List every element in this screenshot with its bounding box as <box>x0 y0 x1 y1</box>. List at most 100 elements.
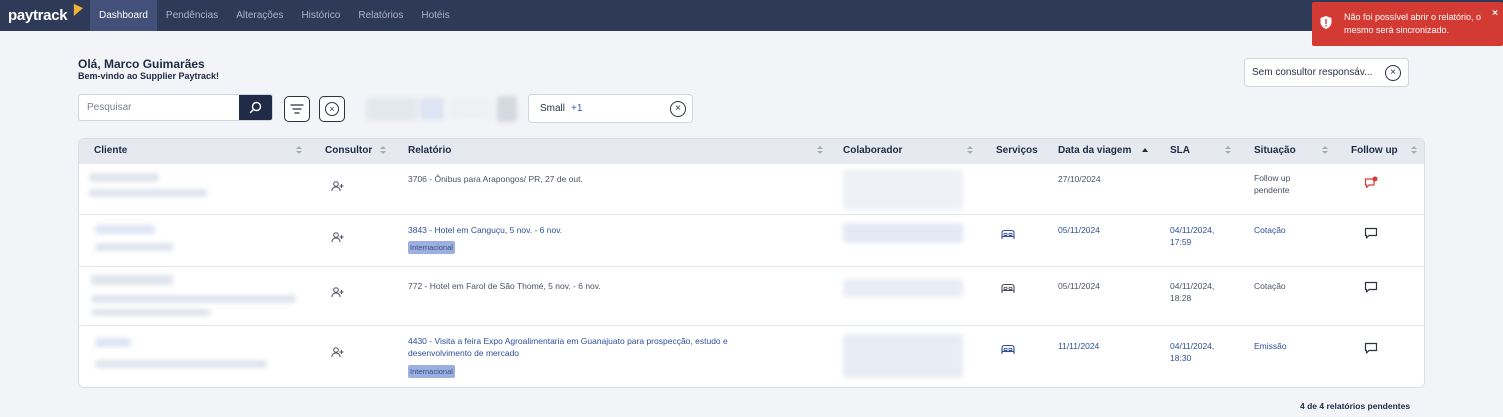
travel-date: 27/10/2024 <box>1058 174 1101 184</box>
paytrack-logo[interactable]: paytrack <box>0 0 90 31</box>
table-row[interactable]: 3843 - Hotel em Canguçu, 5 nov. - 6 nov.… <box>79 214 1424 266</box>
shield-alert-icon <box>1320 16 1332 29</box>
greeting-title: Olá, Marco Guimarães <box>78 57 205 71</box>
size-filter-extra: +1 <box>571 103 583 114</box>
size-filter-label: Small <box>540 103 566 114</box>
nav-label: Dashboard <box>99 10 148 21</box>
size-filter-chip[interactable]: Small +1 × <box>528 94 693 123</box>
chat-icon[interactable] <box>1364 227 1378 240</box>
sla-date: 04/11/2024, <box>1170 341 1215 351</box>
nav-pendencias[interactable]: Pendências <box>157 0 227 31</box>
international-badge: Internacional <box>408 365 455 378</box>
sla-date: 04/11/2024, <box>1170 225 1215 235</box>
sort-icon[interactable] <box>967 146 973 156</box>
logo-mark-icon <box>69 3 84 19</box>
col-relatorio[interactable]: Relatório <box>408 145 451 156</box>
col-cliente[interactable]: Cliente <box>94 145 127 156</box>
sla-time: 17:59 <box>1170 237 1192 247</box>
logo-text: paytrack <box>8 7 68 24</box>
col-situacao[interactable]: Situação <box>1254 145 1296 156</box>
clear-filters-icon: × <box>325 102 339 116</box>
search-icon <box>249 101 262 114</box>
clear-filters-button[interactable]: × <box>319 96 345 122</box>
assign-consultant-icon[interactable] <box>331 181 344 192</box>
blurred-collaborator <box>843 334 963 378</box>
status-line-1: Follow up <box>1254 173 1291 183</box>
blurred-client <box>95 225 155 234</box>
nav-historico[interactable]: Histórico <box>292 0 349 31</box>
status-text: Cotação <box>1254 225 1286 235</box>
nav-dashboard[interactable]: Dashboard <box>90 0 157 31</box>
chat-alert-icon[interactable] <box>1364 176 1378 190</box>
report-title[interactable]: 3706 - Ônibus para Arapongos/ PR, 27 de … <box>408 173 583 185</box>
blurred-client <box>89 173 159 182</box>
blurred-filter <box>450 98 490 120</box>
chat-icon[interactable] <box>1364 342 1378 355</box>
col-colaborador[interactable]: Colaborador <box>843 145 902 156</box>
assign-consultant-icon[interactable] <box>331 287 344 298</box>
table-row[interactable]: 3706 - Ônibus para Arapongos/ PR, 27 de … <box>79 163 1424 214</box>
col-servicos[interactable]: Serviços <box>996 145 1038 156</box>
blurred-client <box>95 243 173 251</box>
blurred-client <box>91 309 211 316</box>
blurred-filter <box>420 98 444 120</box>
blurred-client <box>95 360 267 368</box>
col-follow-up[interactable]: Follow up <box>1351 145 1398 156</box>
travel-date: 05/11/2024 <box>1058 225 1100 235</box>
pending-count: 4 de 4 relatórios pendentes <box>1300 401 1411 411</box>
table-header: Cliente Consultor Relatório Colaborador … <box>79 139 1424 163</box>
greeting-subtitle: Bem-vindo ao Supplier Paytrack! <box>78 71 220 81</box>
travel-date: 11/11/2024 <box>1058 341 1100 351</box>
sort-icon[interactable] <box>296 146 302 156</box>
sort-icon[interactable] <box>1322 146 1328 156</box>
report-title-link[interactable]: 4430 - Visita a feira Expo Agroalimentar… <box>408 335 728 347</box>
report-title-link-cont[interactable]: desenvolvimento de mercado <box>408 347 519 359</box>
sort-icon[interactable] <box>380 146 386 156</box>
nav-label: Alterações <box>236 10 284 21</box>
report-title[interactable]: 772 - Hotel em Farol de São Thomé, 5 nov… <box>408 280 601 292</box>
travel-date: 05/11/2024 <box>1058 281 1100 291</box>
filter-icon <box>290 104 304 114</box>
nav-label: Histórico <box>301 10 341 21</box>
sort-asc-icon[interactable] <box>1142 148 1148 152</box>
bed-icon <box>1001 344 1015 354</box>
toast-close-icon[interactable]: × <box>1492 8 1498 19</box>
nav-label: Pendências <box>165 10 219 21</box>
reports-table: Cliente Consultor Relatório Colaborador … <box>78 138 1425 388</box>
nav-alteracoes[interactable]: Alterações <box>227 0 292 31</box>
consultant-filter-label: Sem consultor responsáv... <box>1252 67 1373 78</box>
assign-consultant-icon[interactable] <box>331 232 344 243</box>
consultant-filter-chip[interactable]: Sem consultor responsáv... × <box>1244 58 1409 87</box>
col-sla[interactable]: SLA <box>1170 145 1190 156</box>
clear-size-icon[interactable]: × <box>670 101 686 117</box>
filter-button[interactable] <box>284 96 310 122</box>
table-row[interactable]: 772 - Hotel em Farol de São Thomé, 5 nov… <box>79 266 1424 325</box>
report-title-link[interactable]: 3843 - Hotel em Canguçu, 5 nov. - 6 nov. <box>408 224 562 236</box>
nav-relatorios[interactable]: Relatórios <box>349 0 412 31</box>
assign-consultant-icon[interactable] <box>331 347 344 358</box>
chat-icon[interactable] <box>1364 281 1378 294</box>
sort-icon[interactable] <box>1411 146 1417 156</box>
nav-hoteis[interactable]: Hotéis <box>412 0 458 31</box>
status-line-2: pendente <box>1254 185 1290 195</box>
col-consultor[interactable]: Consultor <box>325 145 372 156</box>
col-data-viagem[interactable]: Data da viagem <box>1058 145 1131 156</box>
sla-time: 18:28 <box>1170 293 1192 303</box>
search-box <box>78 94 273 121</box>
clear-consultant-icon[interactable]: × <box>1385 65 1401 81</box>
blurred-client <box>91 275 173 285</box>
blurred-client <box>95 338 131 347</box>
bed-icon <box>1001 283 1015 293</box>
toast-message: Não foi possível abrir o relatório, o me… <box>1344 12 1482 35</box>
error-toast: Não foi possível abrir o relatório, o me… <box>1312 2 1503 46</box>
status-text: Emissão <box>1254 341 1287 351</box>
blurred-collaborator <box>843 279 963 297</box>
nav-label: Relatórios <box>358 10 404 21</box>
sort-icon[interactable] <box>817 146 823 156</box>
search-input[interactable] <box>79 95 239 120</box>
sort-icon[interactable] <box>1225 146 1231 156</box>
table-row[interactable]: 4430 - Visita a feira Expo Agroalimentar… <box>79 325 1424 387</box>
sla-date: 04/11/2024, <box>1170 281 1215 291</box>
search-button[interactable] <box>239 95 272 120</box>
status-text: Cotação <box>1254 281 1286 291</box>
